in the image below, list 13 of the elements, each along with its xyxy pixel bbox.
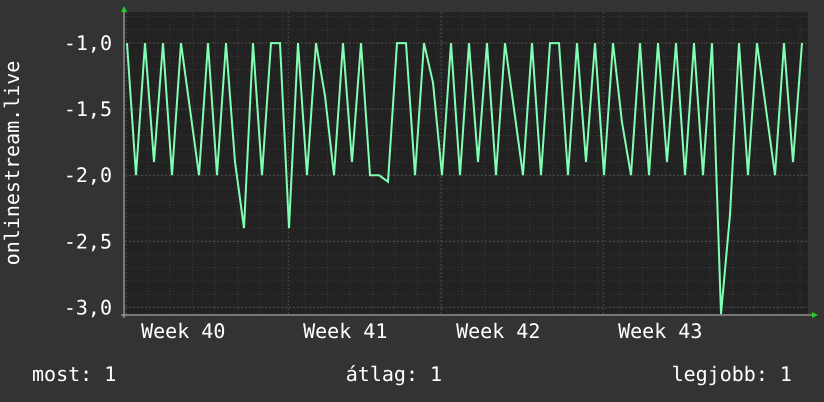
axis-tick-label: -2,5 [64, 229, 112, 254]
stat-label: most: 1 [32, 361, 116, 388]
axis-tick-label: -1,5 [64, 97, 112, 122]
stat-label: átlag: 1 [346, 361, 442, 388]
axis-tick-label: Week 43 [618, 319, 702, 343]
axis-title: onlinestream.live [0, 60, 24, 266]
axis-tick-label: -1,0 [64, 31, 112, 56]
axis-tick-label: -3,0 [64, 295, 112, 320]
axis-tick-label: Week 42 [456, 319, 540, 343]
axis-tick-label: Week 40 [141, 319, 226, 343]
stat-label: legjobb: 1 [672, 361, 792, 388]
axis-tick-label: Week 41 [303, 319, 388, 343]
axis-tick-label: -2,0 [64, 163, 112, 188]
